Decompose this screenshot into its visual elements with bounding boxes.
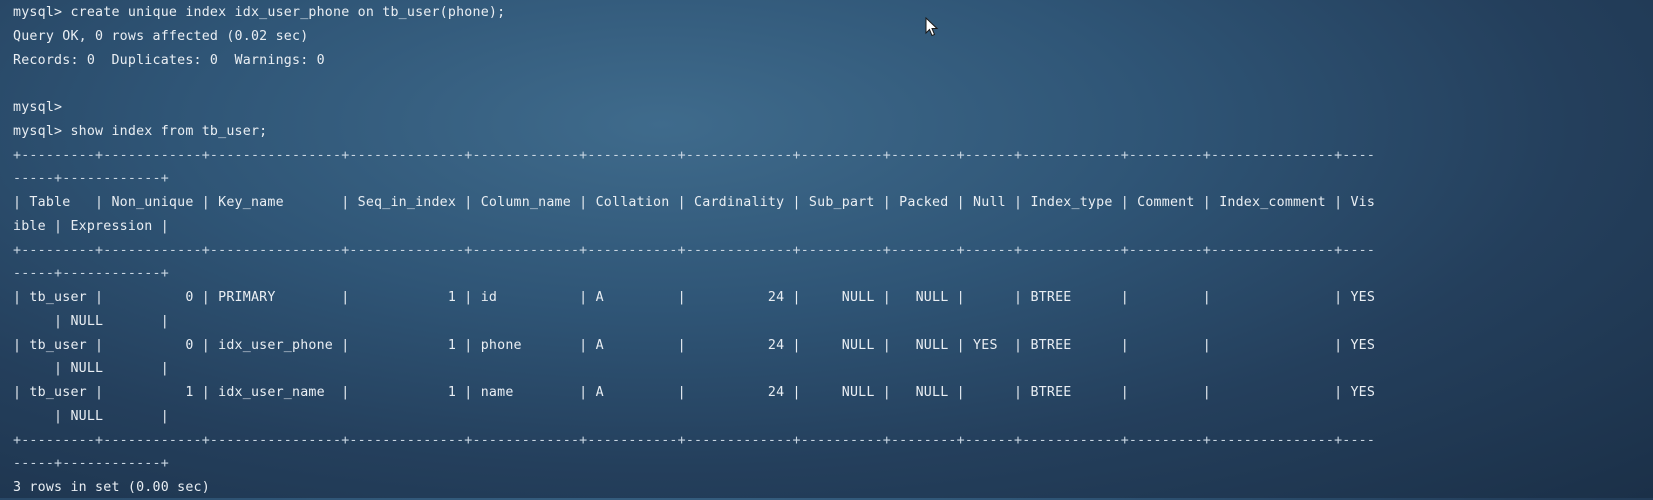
table-row-idx-user-name-wrap: | NULL |: [13, 408, 169, 424]
terminal-line-query-ok: Query OK, 0 rows affected (0.02 sec): [13, 28, 309, 44]
table-border-top-wrap: -----+------------+: [13, 171, 169, 187]
table-row-idx-user-name: | tb_user | 1 | idx_user_name | 1 | name…: [13, 385, 1376, 400]
table-header-row: | Table | Non_unique | Key_name | Seq_in…: [13, 195, 1376, 210]
table-row-primary-wrap: | NULL |: [13, 313, 169, 329]
terminal-output: mysql> create unique index idx_user_phon…: [13, 1, 1375, 500]
mouse-pointer-icon: [925, 17, 939, 37]
table-row-idx-user-phone: | tb_user | 0 | idx_user_phone | 1 | pho…: [13, 337, 1376, 353]
terminal-line-create-index-command: mysql> create unique index idx_user_phon…: [13, 5, 506, 20]
terminal-window[interactable]: mysql> create unique index idx_user_phon…: [0, 0, 1653, 498]
terminal-line-empty-prompt: mysql>: [13, 100, 63, 115]
terminal-line-show-index-command: mysql> show index from tb_user;: [13, 123, 268, 139]
table-border-header: +---------+------------+----------------…: [13, 242, 1376, 258]
terminal-line-row-count: 3 rows in set (0.00 sec): [13, 480, 210, 495]
table-header-row-wrap: ible | Expression |: [13, 218, 169, 234]
table-row-idx-user-phone-wrap: | NULL |: [13, 361, 169, 377]
terminal-line-records: Records: 0 Duplicates: 0 Warnings: 0: [13, 52, 325, 68]
table-border-header-wrap: -----+------------+: [13, 266, 169, 282]
table-border-bottom-wrap: -----+------------+: [13, 456, 169, 472]
table-border-bottom: +---------+------------+----------------…: [13, 432, 1376, 448]
table-row-primary: | tb_user | 0 | PRIMARY | 1 | id | A | 2…: [13, 290, 1376, 305]
table-border-top: +---------+------------+----------------…: [13, 147, 1376, 163]
